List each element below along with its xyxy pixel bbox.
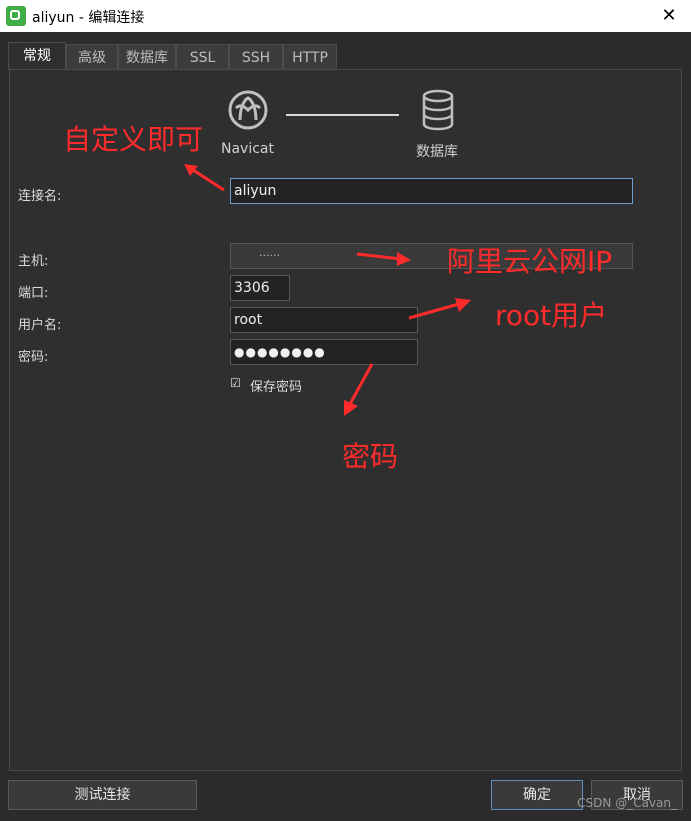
port-label: 端口: bbox=[18, 286, 49, 301]
tab-http[interactable]: HTTP bbox=[283, 44, 337, 70]
database-label: 数据库 bbox=[416, 144, 458, 160]
navicat-logo-icon bbox=[228, 90, 268, 130]
database-icon bbox=[422, 89, 454, 131]
arrow-password-icon bbox=[344, 363, 374, 416]
connection-line bbox=[286, 114, 399, 116]
annotation-user: root用户 bbox=[495, 299, 608, 332]
save-password-checkbox[interactable]: ☑ bbox=[230, 377, 243, 390]
password-input[interactable]: ●●●●●●●● bbox=[230, 339, 418, 365]
window-title: aliyun - 编辑连接 bbox=[32, 10, 145, 26]
watermark: CSDN @_Cavan_ bbox=[577, 796, 677, 810]
settings-panel bbox=[9, 69, 682, 771]
save-password-label: 保存密码 bbox=[250, 380, 303, 395]
annotation-name: 自定义即可 bbox=[63, 123, 204, 156]
ok-button[interactable]: 确定 bbox=[491, 780, 583, 810]
tab-databases[interactable]: 数据库 bbox=[118, 44, 176, 70]
password-label: 密码: bbox=[18, 350, 49, 365]
navicat-label: Navicat bbox=[221, 141, 274, 157]
arrow-user-icon bbox=[408, 298, 471, 320]
username-input[interactable]: root bbox=[230, 307, 418, 333]
close-icon[interactable]: ✕ bbox=[657, 4, 681, 28]
username-label: 用户名: bbox=[18, 318, 62, 333]
test-connection-button[interactable]: 测试连接 bbox=[8, 780, 197, 810]
annotation-password: 密码 bbox=[342, 440, 399, 473]
arrow-host-icon bbox=[356, 252, 411, 266]
port-input[interactable]: 3306 bbox=[230, 275, 290, 301]
tab-ssl[interactable]: SSL bbox=[176, 44, 229, 70]
tab-advanced[interactable]: 高级 bbox=[66, 44, 118, 70]
app-icon bbox=[6, 6, 26, 26]
tab-ssh[interactable]: SSH bbox=[229, 44, 283, 70]
tab-general[interactable]: 常规 bbox=[8, 42, 66, 70]
connection-name-label: 连接名: bbox=[18, 189, 62, 204]
host-label: 主机: bbox=[18, 254, 49, 269]
connection-name-input[interactable]: aliyun bbox=[230, 178, 633, 204]
arrow-name-icon bbox=[184, 164, 225, 192]
annotation-host: 阿里云公网IP bbox=[447, 245, 613, 278]
title-bar: aliyun - 编辑连接 ✕ bbox=[0, 0, 691, 32]
